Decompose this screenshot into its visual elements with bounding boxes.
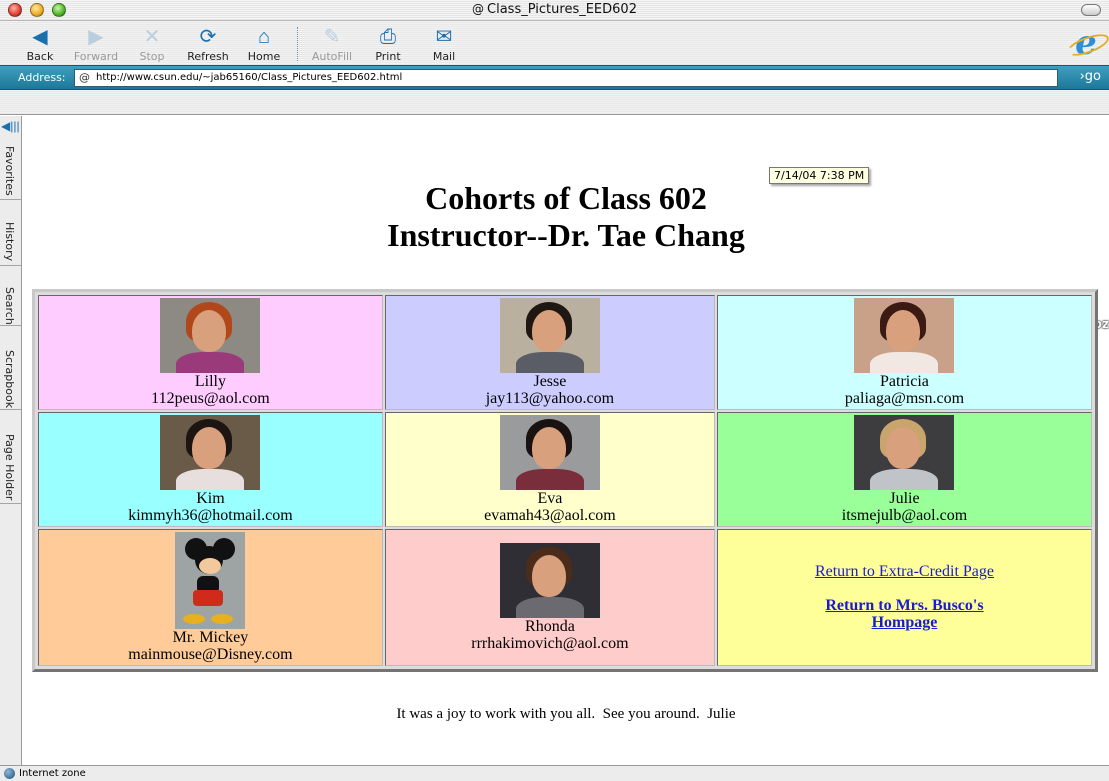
printer-icon: ⎙: [380, 26, 396, 48]
explorer-tab-label: Favorites: [3, 146, 16, 196]
forward-button-label: Forward: [73, 50, 119, 63]
explorer-toggle-icon[interactable]: ◀|||: [1, 119, 20, 133]
refresh-button[interactable]: ⟳ Refresh: [179, 25, 237, 63]
page-at-icon: @: [472, 2, 485, 16]
cohort-cell-lilly: Lilly 112peus@aol.com: [38, 295, 383, 410]
print-button-label: Print: [375, 50, 401, 63]
cohort-email: 112peus@aol.com: [151, 389, 270, 407]
cohort-name: Kim: [196, 489, 225, 507]
explorer-tab-search[interactable]: Search: [0, 266, 22, 326]
explorer-tab-label: Scrapbook: [3, 350, 16, 409]
cohort-name: Mr. Mickey: [172, 628, 249, 646]
explorer-tab-label: History: [3, 222, 16, 262]
cohort-name: Jesse: [533, 372, 567, 390]
back-arrow-icon: ◀: [32, 26, 48, 48]
page-content: 7/14/04 7:38 PM Cohorts of Class 602 Ins…: [23, 116, 1109, 765]
toolbar-toggle-button[interactable]: [1081, 4, 1101, 16]
cohort-photo: [160, 297, 261, 373]
busco-link-line-1: Return to Mrs. Busco's: [825, 597, 984, 615]
cohort-photo: [499, 414, 600, 490]
explorer-tab-label: Search: [3, 287, 16, 325]
cohort-cell-eva: Eva evamah43@aol.com: [384, 411, 715, 527]
internet-explorer-logo-icon: e: [1069, 26, 1103, 62]
explorer-tab-label: Page Holder: [3, 434, 16, 501]
cohort-table: Lilly 112peus@aol.com Jesse jay113@yahoo…: [32, 289, 1098, 672]
cohort-photo-cartoon-mouse: [175, 531, 246, 629]
cohort-email: kimmyh36@hotmail.com: [128, 506, 293, 524]
cohort-cell-julie: Julie itsmejulb@aol.com: [716, 411, 1092, 527]
cohort-cell-jesse: Jesse jay113@yahoo.com: [384, 295, 715, 410]
home-button-label: Home: [247, 50, 281, 63]
address-bar: Address: @ http://www.csun.edu/~jab65160…: [0, 65, 1109, 90]
stop-button[interactable]: ✕ Stop: [123, 25, 181, 63]
mail-icon: ✉: [435, 26, 453, 48]
explorer-bar: ◀||| Favorites History Search Scrapbook …: [0, 116, 22, 765]
cohort-name: Julie: [889, 489, 920, 507]
cohort-photo: [499, 297, 600, 373]
cohort-cell-rhonda: Rhonda rrrhakimovich@aol.com: [384, 528, 715, 666]
browser-toolbar: ◀ Back ▶ Forward ✕ Stop ⟳ Refresh ⌂ Home…: [0, 21, 1109, 65]
address-label: Address:: [18, 71, 66, 84]
stop-button-label: Stop: [139, 50, 165, 63]
back-button-label: Back: [26, 50, 54, 63]
cohort-name: Lilly: [194, 372, 226, 390]
go-button[interactable]: ›go: [1080, 69, 1101, 84]
cohort-email: itsmejulb@aol.com: [841, 506, 968, 524]
page-title-line-2: Instructor--Dr. Tae Chang: [387, 217, 745, 253]
explorer-tab-page-holder[interactable]: Page Holder: [0, 410, 22, 504]
go-button-label: go: [1084, 69, 1101, 84]
cohort-email: rrrhakimovich@aol.com: [471, 634, 629, 652]
page-at-icon: @: [79, 71, 90, 84]
forward-arrow-icon: ▶: [88, 26, 104, 48]
cohort-photo: [854, 297, 955, 373]
busco-homepage-link[interactable]: Return to Mrs. Busco's Hompage: [825, 597, 983, 631]
cohort-cell-patricia: Patricia paliaga@msn.com: [716, 295, 1092, 410]
cohort-email: jay113@yahoo.com: [485, 389, 615, 407]
explorer-tab-favorites[interactable]: Favorites: [0, 142, 22, 200]
refresh-icon: ⟳: [199, 26, 217, 48]
status-zone: Internet zone: [19, 768, 86, 779]
window-titlebar: @ Class_Pictures_EED602: [0, 0, 1109, 21]
cohort-email: mainmouse@Disney.com: [128, 645, 293, 663]
window-title: @ Class_Pictures_EED602: [0, 2, 1109, 17]
extra-credit-link[interactable]: Return to Extra-Credit Page: [815, 563, 994, 580]
cohort-cell-kim: Kim kimmyh36@hotmail.com: [38, 411, 383, 527]
status-bar: Internet zone: [0, 765, 1109, 781]
page-title-line-1: Cohorts of Class 602: [425, 180, 707, 216]
autofill-button[interactable]: ✎ AutoFill: [303, 25, 361, 63]
links-cell: Return to Extra-Credit Page Return to Mr…: [716, 528, 1092, 666]
favorites-bar: [0, 90, 1109, 115]
mail-button[interactable]: ✉ Mail: [415, 25, 473, 63]
address-input[interactable]: @ http://www.csun.edu/~jab65160/Class_Pi…: [74, 69, 1058, 87]
page-title: Cohorts of Class 602 Instructor--Dr. Tae…: [23, 180, 1109, 254]
toolbar-separator: [297, 27, 298, 61]
autofill-icon: ✎: [323, 26, 341, 48]
footer-message: It was a joy to work with you all. See y…: [396, 706, 736, 722]
cohort-name: Eva: [537, 489, 563, 507]
cohort-photo: [499, 542, 600, 618]
explorer-tab-scrapbook[interactable]: Scrapbook: [0, 326, 22, 410]
forward-button[interactable]: ▶ Forward: [67, 25, 125, 63]
globe-icon: [4, 768, 15, 779]
refresh-button-label: Refresh: [187, 50, 229, 63]
explorer-tab-history[interactable]: History: [0, 200, 22, 266]
window-title-text: Class_Pictures_EED602: [487, 2, 637, 17]
cohort-photo: [854, 414, 955, 490]
autofill-button-label: AutoFill: [311, 50, 353, 63]
cohort-photo: [160, 414, 261, 490]
busco-link-line-2: Hompage: [871, 614, 938, 632]
cohort-email: paliaga@msn.com: [844, 389, 965, 407]
back-button[interactable]: ◀ Back: [11, 25, 69, 63]
print-button[interactable]: ⎙ Print: [359, 25, 417, 63]
cohort-name: Rhonda: [525, 617, 575, 635]
cohort-cell-mr-mickey: Mr. Mickey mainmouse@Disney.com: [38, 528, 383, 666]
address-url: http://www.csun.edu/~jab65160/Class_Pict…: [96, 72, 403, 83]
home-button[interactable]: ⌂ Home: [235, 25, 293, 63]
stop-x-icon: ✕: [143, 26, 161, 48]
cohort-email: evamah43@aol.com: [484, 506, 616, 524]
home-icon: ⌂: [257, 26, 271, 48]
mail-button-label: Mail: [432, 50, 456, 63]
cohort-name: Patricia: [880, 372, 929, 390]
